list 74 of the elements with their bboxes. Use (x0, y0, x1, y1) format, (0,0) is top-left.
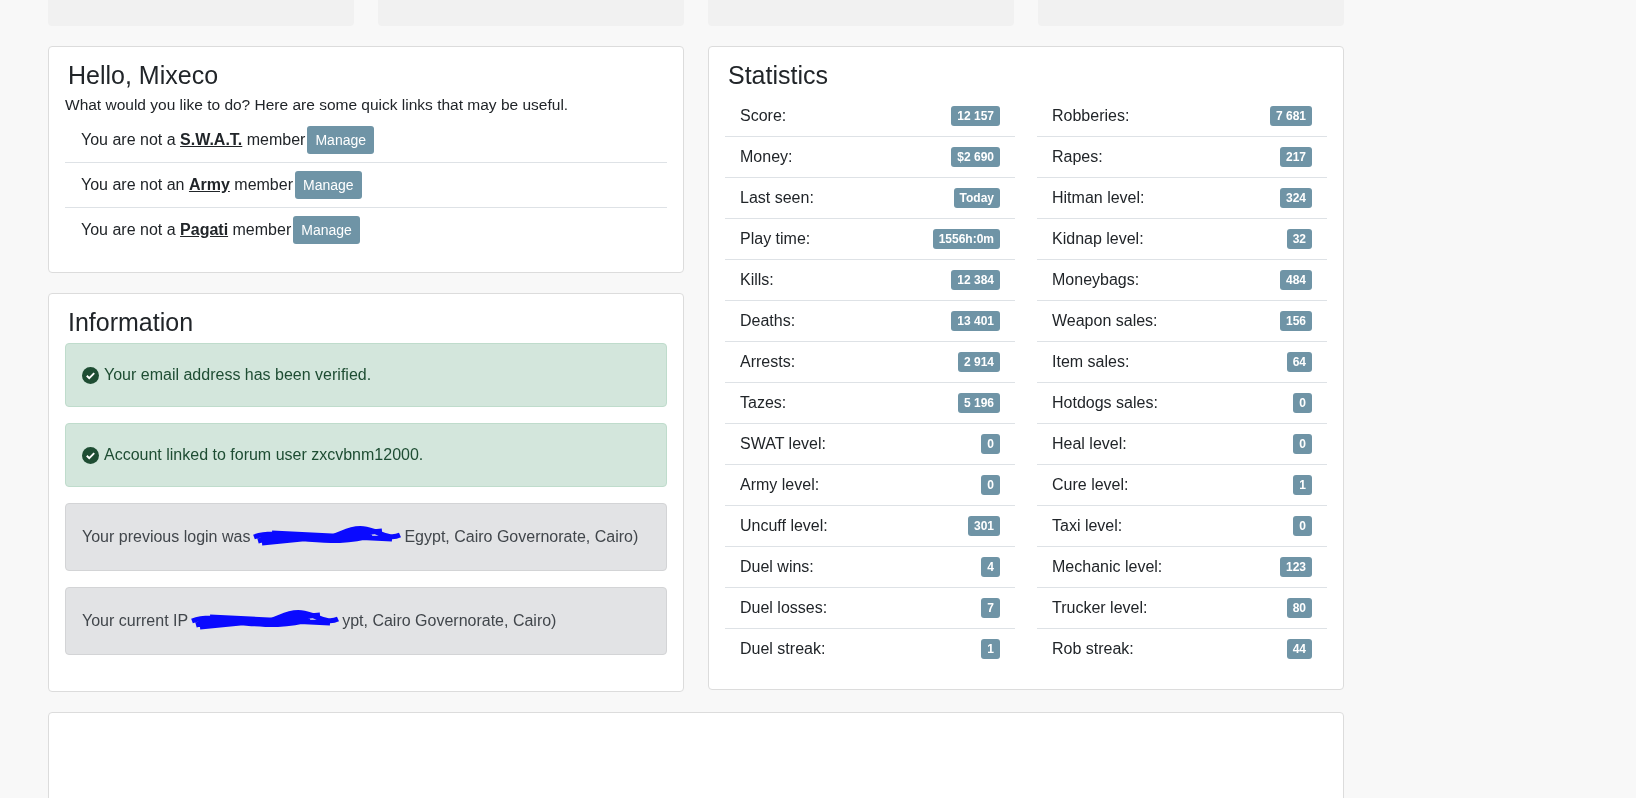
stat-label: Trucker level: (1052, 599, 1148, 617)
alert-text: Egypt, Cairo Governorate, Cairo) (404, 527, 639, 547)
stat-value: 7 681 (1269, 106, 1312, 126)
stat-value: 0 (1293, 393, 1312, 413)
stat-value: 0 (981, 475, 1000, 495)
stat-value: 484 (1279, 270, 1312, 290)
stat-value: $2 690 (951, 147, 1000, 167)
check-circle-icon (82, 446, 99, 464)
check-circle-icon (82, 366, 99, 384)
membership-text: You are not a Pagati member (81, 221, 292, 239)
stat-value: 217 (1279, 147, 1312, 167)
stat-label: Play time: (740, 230, 811, 248)
stat-label: Duel wins: (740, 558, 814, 576)
stat-value: 324 (1279, 188, 1312, 208)
stat-value: 156 (1279, 311, 1312, 331)
stat-label: Tazes: (740, 394, 787, 412)
stat-value: 64 (1286, 352, 1312, 372)
stat-label: Score: (740, 107, 787, 125)
group-link[interactable]: S.W.A.T. (180, 131, 243, 148)
stat-value: 1556h:0m (932, 229, 1000, 249)
stat-label: Deaths: (740, 312, 796, 330)
membership-text: You are not a S.W.A.T. member (81, 131, 306, 149)
stat-value: 1 (1293, 475, 1312, 495)
stat-value: Today (953, 188, 1000, 208)
stat-value: 2 914 (957, 352, 1000, 372)
stat-label: Robberies: (1052, 107, 1130, 125)
stat-label: Hitman level: (1052, 189, 1145, 207)
stat-label: Cure level: (1052, 476, 1129, 494)
stat-label: Army level: (740, 476, 820, 494)
stat-value: 32 (1286, 229, 1312, 249)
stat-value: 44 (1286, 639, 1312, 659)
stat-value: 7 (981, 598, 1000, 618)
stat-value: 12 384 (951, 270, 1000, 290)
alert-text: ypt, Cairo Governorate, Cairo) (342, 611, 557, 631)
stat-value: 80 (1286, 598, 1312, 618)
stat-value: 301 (967, 516, 1000, 536)
intro-text: What would you like to do? Here are some quick links that may be useful. (65, 96, 570, 114)
stat-label: Mechanic level: (1052, 558, 1163, 576)
stat-value: 0 (1293, 434, 1312, 454)
stat-label: Arrests: (740, 353, 796, 371)
stat-label: Money: (740, 148, 793, 166)
information-title: Information (68, 308, 195, 337)
stat-value: 0 (981, 434, 1000, 454)
stat-label: Hotdogs sales: (1052, 394, 1158, 412)
stat-value: 0 (1293, 516, 1312, 536)
stat-label: Duel streak: (740, 640, 826, 658)
greeting-title: Hello, Mixeco (68, 61, 220, 90)
alert-text: Your current IP (82, 611, 189, 631)
stat-value: 1 (981, 639, 1000, 659)
stat-label: Weapon sales: (1052, 312, 1158, 330)
alert-text: Your previous login was (82, 527, 251, 547)
stat-label: Heal level: (1052, 435, 1127, 453)
group-link[interactable]: Pagati (180, 221, 229, 238)
stat-label: Uncuff level: (740, 517, 828, 535)
stat-label: Duel losses: (740, 599, 828, 617)
stat-label: Rob streak: (1052, 640, 1134, 658)
stat-label: Kills: (740, 271, 774, 289)
stat-label: SWAT level: (740, 435, 826, 453)
stat-label: Moneybags: (1052, 271, 1140, 289)
membership-text: You are not an Army member (81, 176, 293, 194)
stat-value: 12 157 (951, 106, 1000, 126)
statistics-title: Statistics (728, 61, 830, 90)
stat-value: 5 196 (957, 393, 1000, 413)
stat-label: Last seen: (740, 189, 814, 207)
stat-value: 4 (981, 557, 1000, 577)
stat-label: Rapes: (1052, 148, 1103, 166)
group-link[interactable]: Army (188, 176, 230, 193)
success-alert: Account linked to forum user zxcvbnm12000. (65, 423, 667, 487)
stat-label: Kidnap level: (1052, 230, 1144, 248)
stat-value: 13 401 (951, 311, 1000, 331)
stat-value: 123 (1279, 557, 1312, 577)
stat-label: Taxi level: (1052, 517, 1123, 535)
stat-label: Item sales: (1052, 353, 1130, 371)
success-alert: Your email address has been verified. (65, 343, 667, 407)
